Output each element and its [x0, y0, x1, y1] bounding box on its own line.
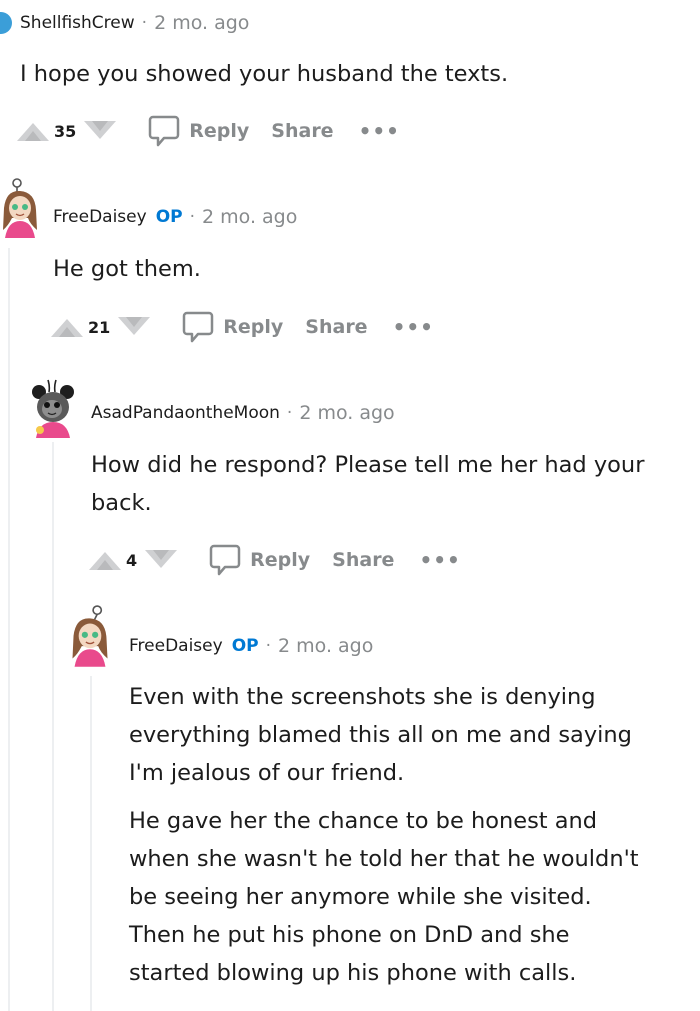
comment-paragraph: He gave her the chance to be honest and …	[129, 808, 639, 986]
op-badge: OP	[231, 636, 259, 656]
comment-bubble-icon	[149, 115, 180, 147]
downvote-icon[interactable]	[117, 316, 151, 338]
vote-score: 4	[126, 550, 138, 570]
timestamp[interactable]: 2 mo. ago	[278, 635, 373, 657]
avatar[interactable]	[0, 178, 40, 246]
upvote-icon[interactable]	[16, 120, 50, 142]
more-options-icon[interactable]: •••	[393, 315, 434, 339]
reply-label: Reply	[223, 316, 284, 338]
avatar[interactable]	[0, 12, 12, 34]
avatar[interactable]	[28, 376, 78, 442]
share-button[interactable]: Share	[271, 120, 333, 142]
reply-button[interactable]: Reply	[181, 310, 283, 344]
reply-label: Reply	[189, 120, 250, 142]
comment-paragraph: How did he respond? Please tell me her h…	[91, 452, 645, 516]
username[interactable]: AsadPandaontheMoon	[91, 403, 280, 423]
timestamp[interactable]: 2 mo. ago	[202, 206, 297, 228]
downvote-icon[interactable]	[144, 549, 178, 571]
username[interactable]: ShellfishCrew	[20, 13, 135, 33]
comment-body: He got them.	[53, 250, 663, 288]
comment-actions: 21 Reply Share •••	[50, 309, 434, 345]
share-button[interactable]: Share	[305, 316, 367, 338]
comment-body: How did he respond? Please tell me her h…	[91, 446, 651, 522]
more-options-icon[interactable]: •••	[359, 119, 400, 143]
downvote-icon[interactable]	[83, 120, 117, 142]
comment-paragraph: I hope you showed your husband the texts…	[20, 61, 509, 87]
username[interactable]: FreeDaisey	[129, 636, 223, 656]
reply-label: Reply	[250, 549, 311, 571]
reply-button[interactable]: Reply	[147, 114, 249, 148]
upvote-icon[interactable]	[88, 549, 122, 571]
comment-meta: FreeDaisey OP · 2 mo. ago	[129, 635, 373, 657]
thread-line-3[interactable]	[90, 676, 92, 1011]
username[interactable]: FreeDaisey	[53, 207, 147, 227]
separator-dot: ·	[286, 403, 293, 423]
vote-score: 35	[54, 121, 77, 141]
vote-score: 21	[88, 317, 111, 337]
comment-meta: ShellfishCrew · 2 mo. ago	[20, 12, 249, 34]
upvote-icon[interactable]	[50, 316, 84, 338]
comment-body: Even with the screenshots she is denying…	[129, 678, 654, 992]
comment-bubble-icon	[183, 311, 214, 343]
comment-bubble-icon	[209, 544, 241, 576]
separator-dot: ·	[265, 636, 272, 656]
separator-dot: ·	[189, 207, 196, 227]
timestamp[interactable]: 2 mo. ago	[154, 12, 249, 34]
separator-dot: ·	[141, 13, 148, 33]
reply-button[interactable]: Reply	[208, 543, 310, 577]
more-options-icon[interactable]: •••	[419, 548, 460, 572]
comment-paragraph: Even with the screenshots she is denying…	[129, 684, 632, 786]
comment-paragraph: He got them.	[53, 256, 201, 282]
comment-actions: 35 Reply Share •••	[16, 113, 400, 149]
comment-actions: 4 Reply Share •••	[88, 542, 461, 578]
comment-meta: FreeDaisey OP · 2 mo. ago	[53, 206, 297, 228]
op-badge: OP	[155, 207, 183, 227]
avatar[interactable]	[68, 605, 112, 675]
share-button[interactable]: Share	[332, 549, 394, 571]
timestamp[interactable]: 2 mo. ago	[299, 402, 394, 424]
thread-line-1[interactable]	[8, 248, 10, 1011]
thread-line-2[interactable]	[52, 442, 54, 1011]
comment-meta: AsadPandaontheMoon · 2 mo. ago	[91, 402, 395, 424]
comment-body: I hope you showed your husband the texts…	[20, 55, 660, 93]
